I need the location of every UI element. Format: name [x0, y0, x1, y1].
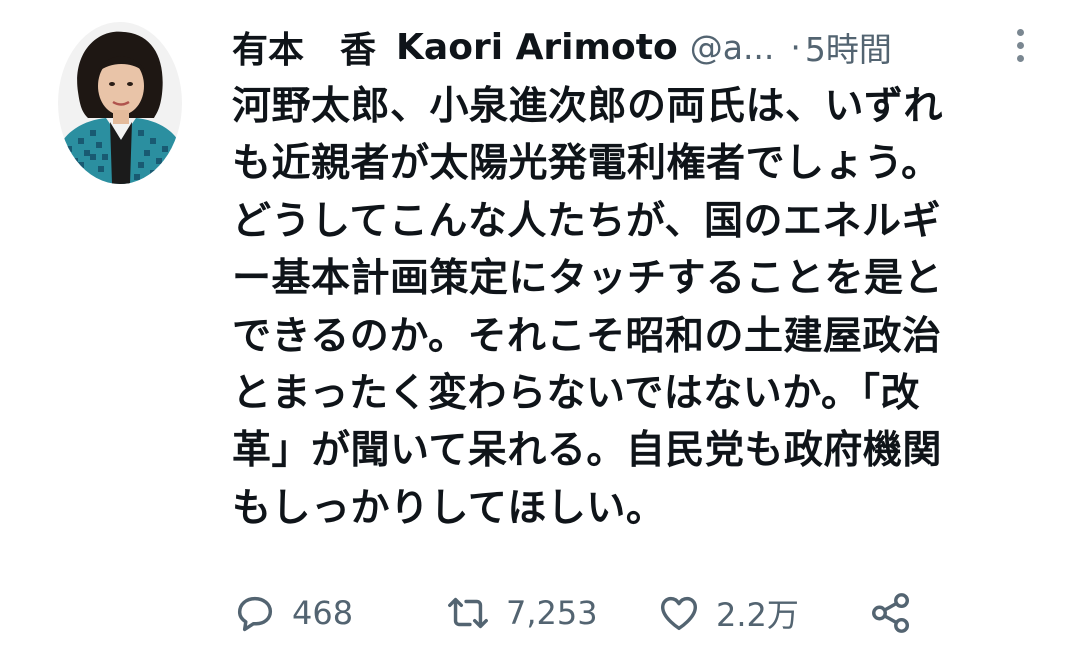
tweet-text-line: 河野太郎、小泉進次郎の両氏は、いずれ: [232, 84, 944, 129]
tweet-text-line: とまったく変わらないではないか。「改: [232, 370, 920, 416]
reply-button[interactable]: 468: [232, 590, 353, 636]
separator-dot: ·: [790, 27, 801, 67]
reply-count: 468: [292, 594, 354, 632]
profile-photo: [58, 22, 182, 184]
retweet-button[interactable]: 7,253: [444, 590, 598, 636]
dot: [1016, 28, 1024, 36]
heart-outline-icon: [656, 590, 702, 636]
tweet-text-line: も近親者が太陽光発電利権者でしょう。: [232, 141, 941, 187]
tweet-text-line: どうしてこんな人たちが、国のエネルギ: [232, 198, 942, 244]
tweet-header: 有本 香 Kaori Arimoto @a... · 5時間: [232, 22, 1032, 72]
tweet-actions: 468 7,253 2.2万: [232, 584, 932, 642]
more-options-icon[interactable]: [1005, 22, 1035, 68]
tweet-text-line: ー基本計画策定にタッチすることを是と: [232, 256, 944, 302]
user-handle[interactable]: @a...: [690, 28, 775, 67]
retweet-arrows-icon: [444, 590, 492, 636]
speech-bubble-icon: [232, 590, 278, 636]
share-nodes-icon: [868, 590, 914, 636]
like-button[interactable]: 2.2万: [656, 590, 799, 636]
dot: [1016, 54, 1024, 62]
tweet-text-line: 革」が聞いて呆れる。自民党も政府機関: [232, 428, 942, 474]
dot: [1016, 41, 1024, 49]
retweet-count: 7,253: [506, 594, 598, 632]
like-count: 2.2万: [716, 596, 799, 634]
author-name[interactable]: Kaori Arimoto: [396, 27, 678, 68]
tweet-text: 河野太郎、小泉進次郎の両氏は、いずれ も近親者が太陽光発電利権者でしょう。 どう…: [232, 78, 1042, 537]
timestamp[interactable]: 5時間: [805, 23, 892, 71]
share-button[interactable]: [868, 590, 914, 636]
display-name[interactable]: 有本 香: [232, 21, 376, 73]
tweet-text-line: もしっかりしてほしい。: [232, 485, 666, 531]
avatar[interactable]: [58, 22, 182, 184]
tweet-text-line: できるのか。それこそ昭和の土建屋政治: [232, 313, 942, 359]
